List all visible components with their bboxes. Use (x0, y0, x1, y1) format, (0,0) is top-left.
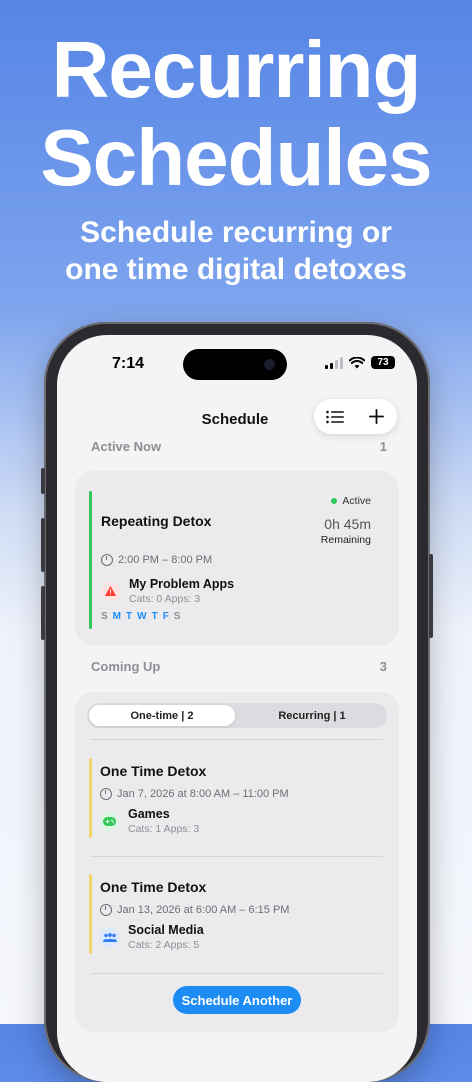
segment-one-time[interactable]: One-time | 2 (89, 705, 235, 726)
dynamic-island (183, 349, 287, 380)
upcoming-group-name: Games (128, 807, 170, 821)
status-icons: 73 (325, 356, 395, 369)
gamepad-icon (100, 811, 119, 831)
weekday-6: S (173, 611, 181, 622)
action-button (41, 468, 45, 494)
active-dot-icon (331, 498, 338, 504)
hero-title-line1: Recurring (51, 25, 422, 114)
upcoming-app-group: Games Cats: 1 Apps: 3 (100, 807, 199, 835)
schedule-another-button[interactable]: Schedule Another (173, 986, 301, 1014)
warning-icon (101, 581, 120, 601)
divider (91, 856, 383, 857)
upcoming-date-text: Jan 13, 2026 at 6:00 AM – 6:15 PM (117, 904, 290, 916)
upcoming-group-counts: Cats: 2 Apps: 5 (128, 939, 200, 951)
active-group-counts: Cats: 0 Apps: 3 (129, 593, 201, 605)
weekday-5: F (162, 611, 169, 622)
battery-icon: 73 (371, 356, 395, 369)
active-status: Active (331, 495, 371, 507)
divider (91, 973, 383, 974)
upcoming-indicator-bar (89, 758, 92, 838)
status-time: 7:14 (112, 355, 145, 372)
coming-up-count: 3 (379, 659, 387, 674)
add-button[interactable] (361, 402, 391, 432)
volume-up-button (41, 518, 45, 572)
active-schedule-title: Repeating Detox (101, 513, 212, 529)
schedule-type-segmented-control: One-time | 2 Recurring | 1 (87, 703, 387, 728)
upcoming-date-text: Jan 7, 2026 at 8:00 AM – 11:00 PM (117, 788, 289, 800)
list-icon (325, 410, 344, 423)
upcoming-app-group: Social Media Cats: 2 Apps: 5 (100, 923, 204, 951)
divider (91, 739, 383, 740)
weekday-0: S (101, 611, 108, 622)
weekday-row: SMTWTFS (101, 611, 180, 622)
active-now-header: Active Now 1 (91, 439, 387, 454)
nav-actions (314, 399, 397, 434)
remaining-time: 0h 45m (324, 516, 371, 532)
cellular-signal-icon (325, 356, 343, 369)
remaining-label: Remaining (320, 534, 371, 546)
camera-icon (264, 359, 275, 370)
segment-recurring[interactable]: Recurring | 1 (239, 705, 385, 726)
upcoming-group-name: Social Media (128, 923, 204, 937)
upcoming-detox-date: Jan 13, 2026 at 6:00 AM – 6:15 PM (100, 904, 289, 916)
hero-subtitle: Schedule recurring or one time digital d… (0, 214, 472, 288)
weekday-2: T (126, 611, 133, 622)
active-indicator-bar (89, 491, 92, 629)
power-button (429, 554, 433, 638)
active-time-text: 2:00 PM – 8:00 PM (118, 554, 213, 566)
clock-icon (101, 554, 113, 566)
clock-icon (100, 904, 112, 916)
clock-icon (100, 788, 112, 800)
hero-subtitle-line2: one time digital detoxes (65, 253, 407, 286)
active-status-label: Active (342, 495, 371, 507)
weekday-4: T (151, 611, 158, 622)
active-group-name: My Problem Apps (129, 577, 235, 591)
upcoming-detox-date: Jan 7, 2026 at 8:00 AM – 11:00 PM (100, 788, 289, 800)
volume-down-button (41, 586, 45, 640)
weekday-1: M (112, 611, 122, 622)
people-icon (100, 927, 119, 947)
plus-icon (368, 409, 384, 424)
active-time-range: 2:00 PM – 8:00 PM (101, 554, 212, 566)
coming-up-card: One-time | 2 Recurring | 1 One Time Deto… (75, 692, 399, 1032)
hero-title: Recurring Schedules (0, 26, 472, 202)
active-now-count: 1 (379, 439, 387, 454)
hero-subtitle-line1: Schedule recurring or (80, 216, 392, 249)
coming-up-label: Coming Up (91, 659, 161, 674)
upcoming-group-counts: Cats: 1 Apps: 3 (128, 823, 200, 835)
wifi-icon (349, 356, 365, 368)
upcoming-detox-title: One Time Detox (100, 763, 207, 779)
app-screen: 7:14 73 Schedule Active Now 1 Repeating … (57, 335, 417, 1082)
upcoming-indicator-bar (89, 874, 92, 954)
coming-up-header: Coming Up 3 (91, 659, 387, 674)
list-button[interactable] (320, 402, 350, 432)
upcoming-detox-item[interactable]: One Time Detox Jan 13, 2026 at 6:00 AM –… (75, 866, 399, 966)
active-app-group: My Problem Apps Cats: 0 Apps: 3 (101, 577, 234, 605)
weekday-3: W (137, 611, 147, 622)
active-schedule-card[interactable]: Repeating Detox Active 0h 45m Remaining … (75, 471, 399, 645)
upcoming-detox-title: One Time Detox (100, 879, 207, 895)
active-now-label: Active Now (91, 439, 162, 454)
upcoming-detox-item[interactable]: One Time Detox Jan 7, 2026 at 8:00 AM – … (75, 750, 399, 850)
phone-frame: 7:14 73 Schedule Active Now 1 Repeating … (41, 322, 433, 1082)
hero-title-line2: Schedules (40, 113, 432, 202)
